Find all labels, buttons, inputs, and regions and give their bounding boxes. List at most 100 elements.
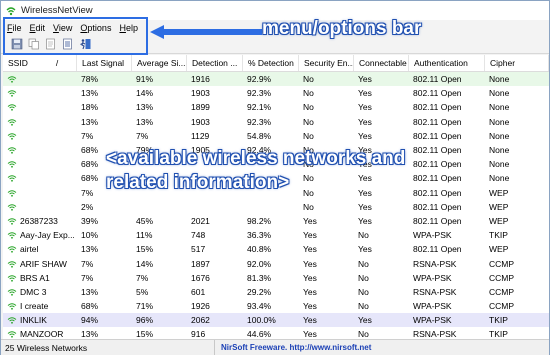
cell-security-enabled: Yes — [303, 301, 317, 312]
cell-detection-count: 748 — [191, 230, 206, 241]
column-header-authentication[interactable]: Authentication — [409, 55, 485, 71]
wifi-signal-icon — [7, 160, 17, 168]
cell-last-signal: 10% — [81, 230, 99, 241]
cell-percent-detection: 81.3% — [247, 272, 272, 283]
cell-detection-count: 601 — [191, 286, 206, 297]
cell-average-signal: 45% — [136, 215, 154, 226]
column-header-connectable[interactable]: Connectable — [354, 55, 409, 71]
cell-authentication: 802.11 Open — [413, 145, 462, 156]
ssid-text: Aay-Jay Exp... — [20, 230, 75, 241]
cell-last-signal: 13% — [81, 286, 99, 297]
wifi-signal-icon — [7, 174, 17, 183]
cell-connectable: Yes — [358, 102, 372, 113]
cell-last-signal: 18% — [81, 102, 99, 113]
cell-cipher: WEP — [489, 215, 509, 226]
column-header-last-signal[interactable]: Last Signal — [77, 55, 132, 71]
table-row[interactable]: I create 68% 71% 1926 93.4% Yes No WPA-PSK CCMP — [3, 299, 549, 313]
cell-average-signal: 11% — [136, 230, 153, 241]
cell-average-signal: 15% — [136, 329, 154, 339]
cell-authentication: 802.11 Open — [413, 74, 462, 85]
wifi-signal-icon — [7, 260, 17, 268]
ssid-text: DMC 3 — [20, 286, 47, 297]
cell-security-enabled: Yes — [303, 286, 317, 297]
cell-percent-detection: 54.8% — [247, 130, 272, 141]
cell-authentication: 802.11 Open — [413, 88, 462, 99]
cell-connectable: Yes — [358, 315, 372, 326]
cell-last-signal: 13% — [81, 244, 99, 255]
column-header-security-enabled[interactable]: Security En... — [299, 55, 354, 71]
cell-percent-detection: 92.9% — [247, 74, 272, 85]
cell-connectable: Yes — [358, 215, 372, 226]
ssid-text: I create — [20, 301, 49, 312]
cell-average-signal: 15% — [136, 244, 154, 255]
cell-cipher: TKIP — [489, 230, 508, 241]
cell-average-signal: 91% — [136, 74, 154, 85]
cell-average-signal: 14% — [136, 258, 154, 269]
wifi-signal-icon — [7, 146, 17, 154]
cell-connectable: Yes — [358, 88, 372, 99]
cell-authentication: 802.11 Open — [413, 159, 462, 170]
ssid-cell — [3, 100, 77, 114]
wifi-signal-icon — [7, 203, 17, 211]
cell-cipher: None — [489, 159, 510, 170]
nirsoft-link[interactable]: NirSoft Freeware. http://www.nirsoft.net — [215, 343, 371, 352]
table-row[interactable]: airtel 13% 15% 517 40.8% Yes Yes 802.11 Open WEP — [3, 242, 549, 256]
table-header: SSID / Last Signal Average Si... Detection .… — [3, 55, 549, 72]
cell-percent-detection: 92.0% — [247, 258, 272, 269]
networks-annotation: <available wireless networks and related… — [106, 147, 405, 195]
ssid-text: airtel — [20, 244, 39, 255]
column-header-percent-detection[interactable]: % Detection — [243, 55, 299, 71]
cell-detection-count — [187, 200, 243, 214]
table-row[interactable]: 26387233 39% 45% 2021 98.2% Yes Yes 802.11 Open… — [3, 214, 549, 228]
table-row[interactable]: 7% 7% 1129 54.8% No Yes 802.11 Open None — [3, 129, 549, 143]
column-header-detection-count[interactable]: Detection ... — [187, 55, 243, 71]
cell-percent-detection: 93.4% — [247, 301, 272, 312]
table-row[interactable]: BRS A1 7% 7% 1676 81.3% Yes No WPA-PSK CCMP — [3, 271, 549, 285]
table-row[interactable]: 13% 14% 1903 92.3% No Yes 802.11 Open None — [3, 86, 549, 100]
cell-percent-detection: 40.8% — [247, 244, 272, 255]
cell-last-signal: 2% — [81, 201, 94, 212]
networks-annotation-line2: related information> — [106, 172, 290, 193]
ssid-cell: BRS A1 — [3, 271, 77, 285]
cell-connectable: Yes — [358, 74, 372, 85]
ssid-cell — [3, 86, 77, 100]
table-row[interactable]: DMC 3 13% 5% 601 29.2% Yes No RSNA-PSK CCMP — [3, 285, 549, 299]
table-row[interactable]: INKLIK 94% 96% 2062 100.0% Yes Yes WPA-PSK TKIP — [3, 313, 549, 328]
cell-cipher: None — [489, 88, 510, 99]
column-header-average-signal[interactable]: Average Si... — [132, 55, 187, 71]
network-count: 25 Wireless Networks — [1, 340, 215, 355]
menu-highlight-box — [3, 17, 148, 55]
cell-percent-detection: 44.6% — [247, 329, 272, 339]
cell-last-signal: 13% — [81, 116, 99, 127]
ssid-cell — [3, 186, 77, 200]
cell-authentication: 802.11 Open — [413, 102, 462, 113]
table-row[interactable]: 2% No Yes 802.11 Open WEP — [3, 200, 549, 214]
column-header-cipher[interactable]: Cipher — [485, 55, 549, 71]
wifi-signal-icon — [7, 245, 17, 254]
cell-percent-detection: 100.0% — [247, 315, 276, 326]
cell-authentication: 802.11 Open — [413, 187, 462, 198]
cell-authentication: RSNA-PSK — [413, 286, 457, 297]
ssid-cell — [3, 115, 77, 129]
table-row[interactable]: Aay-Jay Exp... 10% 11% 748 36.3% Yes No WPA-PSK… — [3, 228, 549, 242]
cell-last-signal: 39% — [81, 215, 99, 226]
ssid-cell: I create — [3, 299, 77, 313]
cell-cipher: TKIP — [489, 315, 508, 326]
cell-authentication: WPA-PSK — [413, 315, 452, 326]
table-row[interactable]: MANZOOR 13% 15% 916 44.6% Yes No RSNA-PSK TKIP — [3, 327, 549, 339]
cell-cipher: None — [489, 145, 510, 156]
cell-cipher: CCMP — [489, 301, 515, 312]
table-row[interactable]: 78% 91% 1916 92.9% No Yes 802.11 Open None — [3, 72, 549, 87]
cell-authentication: WPA-PSK — [413, 301, 452, 312]
column-header-ssid[interactable]: SSID / — [3, 55, 77, 71]
ssid-cell: 26387233 — [3, 214, 77, 228]
cell-security-enabled: Yes — [303, 244, 317, 255]
table-row[interactable]: 18% 13% 1899 92.1% No Yes 802.11 Open None — [3, 100, 549, 114]
networks-table: SSID / Last Signal Average Si... Detection .… — [3, 55, 549, 339]
table-row[interactable]: 13% 13% 1903 92.3% No Yes 802.11 Open None — [3, 115, 549, 129]
cell-average-signal: 13% — [136, 102, 154, 113]
ssid-cell: INKLIK — [3, 313, 77, 327]
ssid-cell — [3, 72, 77, 86]
cell-detection-count: 1903 — [191, 116, 210, 127]
table-row[interactable]: ARIF SHAW 7% 14% 1897 92.0% Yes No RSNA-PSK CCMP — [3, 256, 549, 270]
